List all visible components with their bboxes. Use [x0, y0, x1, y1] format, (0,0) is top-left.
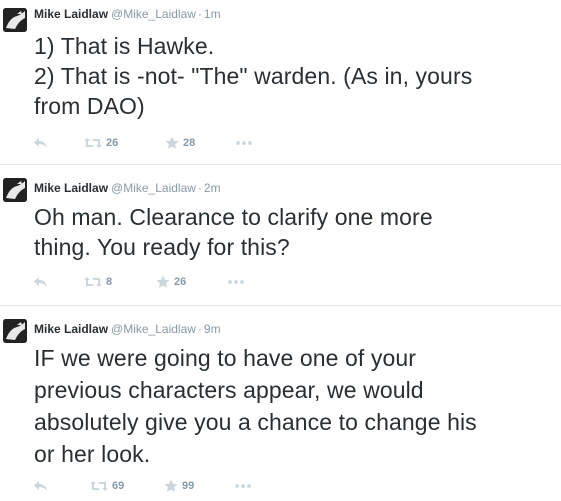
- avatar[interactable]: [3, 178, 27, 202]
- favorite-button[interactable]: 99: [164, 478, 194, 494]
- username[interactable]: @Mike_Laidlaw: [111, 322, 196, 336]
- username[interactable]: @Mike_Laidlaw: [111, 181, 196, 195]
- tweet-text-line: from DAO): [34, 93, 145, 119]
- tweet-text: Oh man. Clearance to clarify one more th…: [34, 202, 556, 262]
- tweet-text-line: absolutely give you a chance to change h…: [34, 409, 477, 435]
- reply-button[interactable]: [34, 478, 48, 494]
- avatar[interactable]: [3, 319, 27, 343]
- tweet-text-line: Oh man. Clearance to clarify one more: [34, 204, 433, 230]
- retweet-count: 26: [106, 137, 119, 149]
- tweet-text: IF we were going to have one of your pre…: [34, 342, 556, 470]
- more-icon: [234, 483, 252, 489]
- tweet-header: Mike Laidlaw @Mike_Laidlaw · 1m: [34, 7, 221, 21]
- reply-button[interactable]: [34, 135, 48, 151]
- retweet-count: 8: [106, 276, 113, 288]
- favorite-button[interactable]: 28: [165, 135, 195, 151]
- tweet-text: 1) That is Hawke. 2) That is -not- "The"…: [34, 31, 556, 121]
- tweet-text-line: 1) That is Hawke.: [34, 33, 215, 59]
- reply-icon: [34, 480, 48, 492]
- tweet-text-line: 2) That is -not- "The" warden. (As in, y…: [34, 63, 473, 89]
- tweet[interactable]: Mike Laidlaw @Mike_Laidlaw · 2m Oh man. Cle…: [0, 165, 561, 305]
- tweet-text-line: or her look.: [34, 441, 151, 467]
- tweet-header: Mike Laidlaw @Mike_Laidlaw · 2m: [34, 181, 221, 195]
- display-name[interactable]: Mike Laidlaw: [34, 322, 108, 336]
- tweet-header: Mike Laidlaw @Mike_Laidlaw · 9m: [34, 322, 221, 336]
- more-button[interactable]: [234, 478, 252, 494]
- username[interactable]: @Mike_Laidlaw: [111, 7, 196, 21]
- timestamp[interactable]: 2m: [204, 181, 221, 195]
- avatar[interactable]: [3, 8, 27, 32]
- star-icon: [156, 275, 170, 289]
- display-name[interactable]: Mike Laidlaw: [34, 7, 108, 21]
- reply-button[interactable]: [34, 274, 48, 290]
- tweet-text-line: previous characters appear, we would: [34, 377, 424, 403]
- star-icon: [164, 479, 178, 493]
- more-button[interactable]: [227, 274, 245, 290]
- retweet-icon: [84, 137, 102, 149]
- retweet-button[interactable]: 69: [90, 478, 124, 494]
- tweet-text-line: IF we were going to have one of your: [34, 345, 417, 371]
- reply-icon: [34, 276, 48, 288]
- retweet-button[interactable]: 8: [84, 274, 112, 290]
- favorite-count: 28: [183, 137, 196, 149]
- retweet-icon: [90, 480, 108, 492]
- tweet[interactable]: Mike Laidlaw @Mike_Laidlaw · 9m IF we were …: [0, 306, 561, 501]
- favorite-count: 26: [174, 276, 187, 288]
- retweet-icon: [84, 276, 102, 288]
- display-name[interactable]: Mike Laidlaw: [34, 181, 108, 195]
- retweet-count: 69: [112, 480, 125, 492]
- more-button[interactable]: [235, 135, 253, 151]
- header-separator: ·: [197, 181, 202, 195]
- tweet[interactable]: Mike Laidlaw @Mike_Laidlaw · 1m 1) That is …: [0, 0, 561, 164]
- favorite-count: 99: [182, 480, 195, 492]
- more-icon: [235, 140, 253, 146]
- timestamp[interactable]: 1m: [204, 7, 221, 21]
- header-separator: ·: [197, 7, 202, 21]
- star-icon: [165, 136, 179, 150]
- favorite-button[interactable]: 26: [156, 274, 186, 290]
- tweet-text-line: thing. You ready for this?: [34, 234, 290, 260]
- more-icon: [227, 279, 245, 285]
- timestamp[interactable]: 9m: [204, 322, 221, 336]
- header-separator: ·: [197, 322, 202, 336]
- retweet-button[interactable]: 26: [84, 135, 118, 151]
- reply-icon: [34, 137, 48, 149]
